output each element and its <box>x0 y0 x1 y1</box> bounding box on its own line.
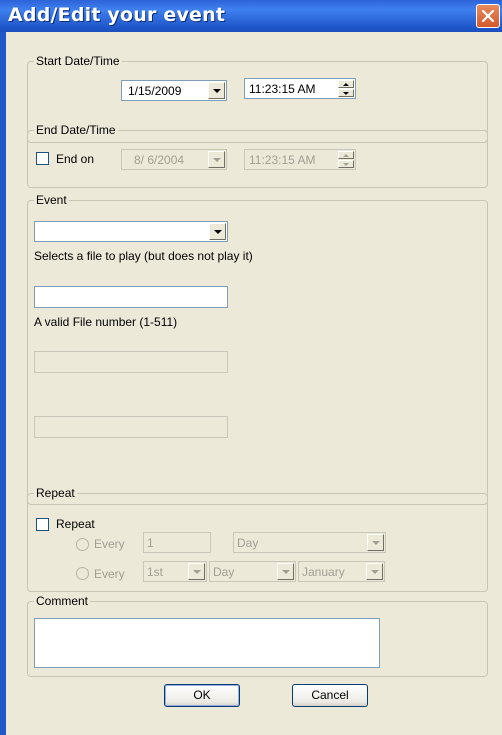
repeat-every-ordinal-radio[interactable] <box>76 567 89 580</box>
chevron-down-icon[interactable] <box>209 223 226 240</box>
start-time-spinner[interactable]: 11:23:15 AM <box>244 78 356 99</box>
chevron-down-icon[interactable] <box>366 563 383 580</box>
end-on-label: End on <box>56 152 95 166</box>
spin-up-icon[interactable] <box>338 80 354 88</box>
spin-up-icon[interactable] <box>338 151 354 159</box>
chevron-down-icon[interactable] <box>277 563 294 580</box>
repeat-every-count-radio[interactable] <box>76 538 89 551</box>
chevron-down-icon[interactable] <box>188 563 205 580</box>
end-on-checkbox[interactable] <box>36 152 49 165</box>
end-time-spin-buttons[interactable] <box>338 151 354 168</box>
spin-down-icon[interactable] <box>338 160 354 168</box>
repeat-every-label-2: Every <box>94 567 125 581</box>
ok-button[interactable]: OK <box>164 684 240 707</box>
end-time-value: 11:23:15 AM <box>249 153 316 167</box>
event-file-select[interactable] <box>34 221 228 242</box>
end-date-picker[interactable]: 8/ 6/2004 <box>121 149 227 170</box>
comment-legend: Comment <box>34 594 91 608</box>
repeat-ordinal-value: 1st <box>147 565 164 579</box>
spin-down-icon[interactable] <box>338 89 354 97</box>
cancel-button[interactable]: Cancel <box>292 684 368 707</box>
start-date-picker[interactable]: 1/15/2009 <box>121 80 227 101</box>
start-date-value: 1/15/2009 <box>128 84 182 98</box>
repeat-every-label-1: Every <box>94 537 125 551</box>
dialog-client-area: Start Date/Time 1/15/2009 11:23:15 AM En… <box>6 32 502 735</box>
file-number-hint: A valid File number (1-511) <box>34 315 178 329</box>
chevron-down-icon[interactable] <box>208 151 225 168</box>
repeat-unit-select[interactable]: Day <box>233 532 386 553</box>
repeat-label: Repeat <box>56 517 95 531</box>
event-param-field-2[interactable] <box>34 416 228 438</box>
close-icon <box>481 9 495 23</box>
repeat-day-value: Day <box>213 565 235 579</box>
close-button[interactable] <box>476 4 500 28</box>
event-param-field-1[interactable] <box>34 351 228 373</box>
end-date-value: 8/ 6/2004 <box>134 153 185 167</box>
start-time-value: 11:23:15 AM <box>249 82 316 96</box>
repeat-month-value: January <box>302 565 345 579</box>
repeat-day-select[interactable]: Day <box>209 561 296 582</box>
repeat-checkbox[interactable] <box>36 518 49 531</box>
repeat-count-value: 1 <box>147 536 154 550</box>
chevron-down-icon[interactable] <box>367 534 384 551</box>
repeat-month-select[interactable]: January <box>298 561 385 582</box>
dialog-window: Add/Edit your event Start Date/Time 1/15… <box>0 0 502 735</box>
start-time-spin-buttons[interactable] <box>338 80 354 97</box>
repeat-count-input[interactable]: 1 <box>143 532 211 553</box>
end-time-spinner[interactable]: 11:23:15 AM <box>244 149 356 170</box>
event-file-hint: Selects a file to play (but does not pla… <box>34 249 253 263</box>
repeat-ordinal-select[interactable]: 1st <box>143 561 207 582</box>
start-datetime-legend: Start Date/Time <box>34 54 122 68</box>
repeat-unit-value: Day <box>237 536 259 550</box>
file-number-input[interactable] <box>34 286 228 308</box>
end-datetime-legend: End Date/Time <box>34 123 118 137</box>
comment-textarea[interactable] <box>34 618 380 668</box>
repeat-legend: Repeat <box>34 486 77 500</box>
title-bar[interactable]: Add/Edit your event <box>0 0 502 32</box>
chevron-down-icon[interactable] <box>208 82 225 99</box>
event-legend: Event <box>34 193 69 207</box>
window-title: Add/Edit your event <box>8 4 226 26</box>
